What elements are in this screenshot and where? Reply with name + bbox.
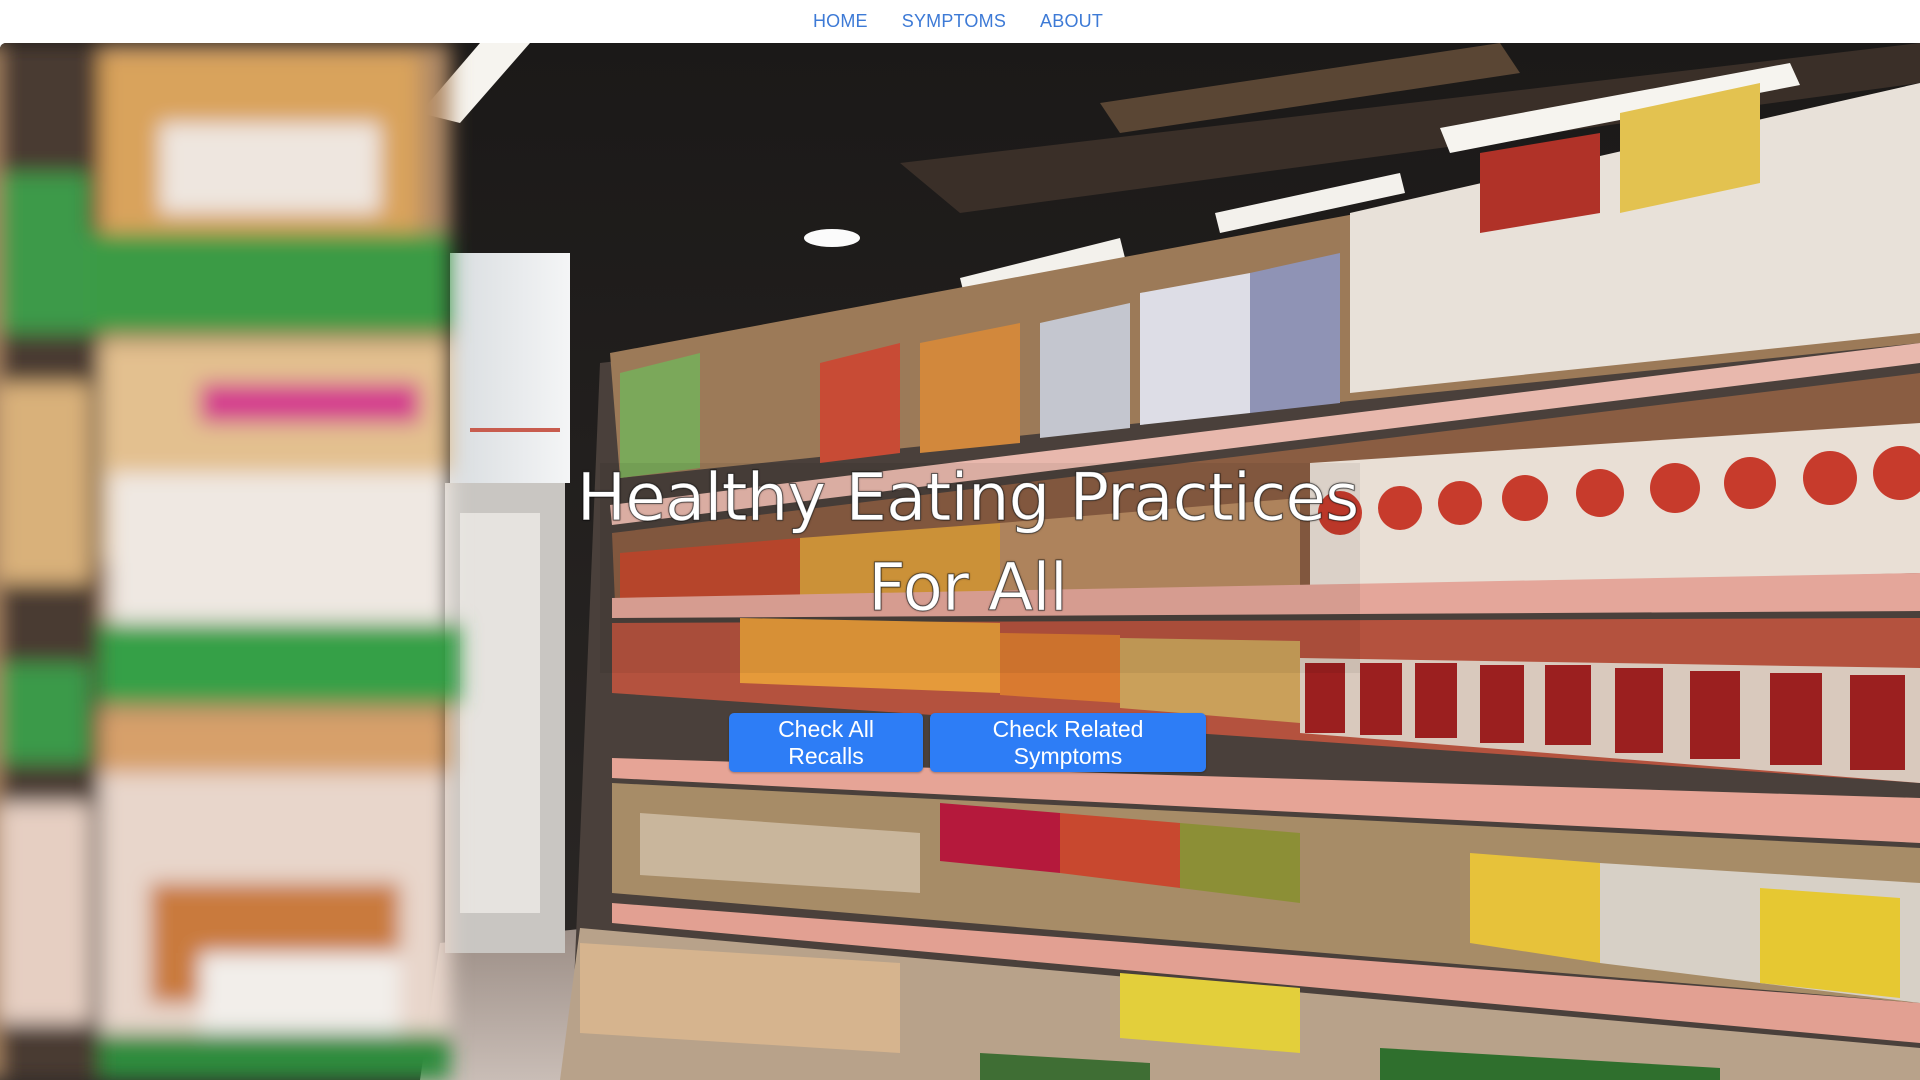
hero-section: Healthy Eating Practices For All Check A… [0, 43, 1920, 1080]
nav-link-home[interactable]: HOME [813, 11, 868, 32]
nav-link-about[interactable]: ABOUT [1040, 11, 1103, 32]
hero-title-line-1: Healthy Eating Practices [576, 459, 1360, 537]
hero-title-line-2: For All [868, 549, 1069, 627]
nav-links: HOME SYMPTOMS ABOUT [813, 11, 1103, 32]
hero-button-group: Check All Recalls Check Related Symptoms [0, 713, 1920, 772]
check-related-symptoms-button[interactable]: Check Related Symptoms [930, 713, 1206, 772]
check-all-recalls-button[interactable]: Check All Recalls [729, 713, 923, 772]
top-navigation: HOME SYMPTOMS ABOUT [0, 0, 1920, 43]
nav-link-symptoms[interactable]: SYMPTOMS [902, 11, 1006, 32]
hero-title: Healthy Eating Practices For All [0, 453, 1920, 633]
